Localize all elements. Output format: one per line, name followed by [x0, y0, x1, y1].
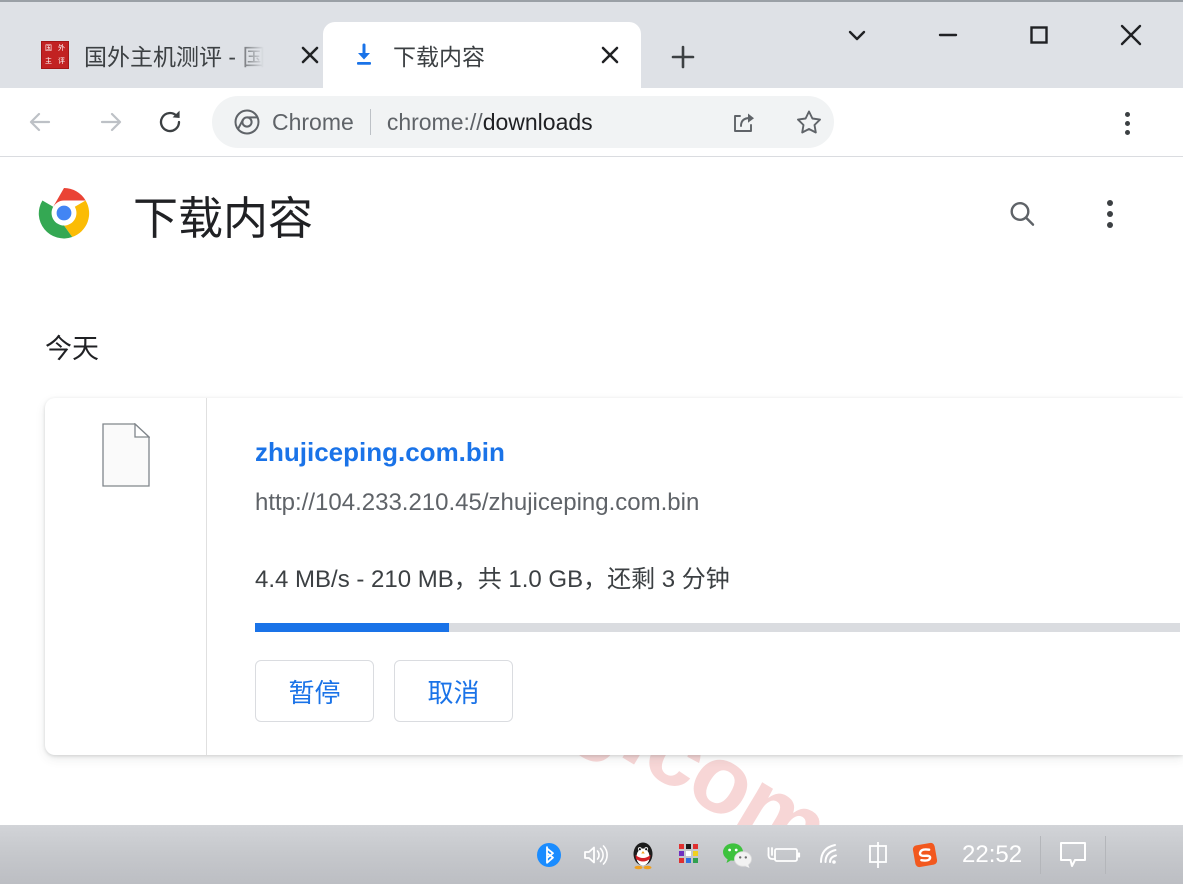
tab-guowai-zhuji[interactable]: 国外主评 国外主机测评 - 国 [14, 22, 320, 88]
share-icon[interactable] [724, 102, 764, 142]
menu-dot [1107, 222, 1113, 228]
wechat-icon[interactable] [713, 825, 760, 884]
download-filename-link[interactable]: zhujiceping.com.bin [255, 437, 505, 468]
system-tray: 22:52 [525, 825, 1107, 884]
close-window-button[interactable] [1104, 8, 1158, 62]
page-menu-three-dot-icon[interactable] [1089, 193, 1131, 235]
chrome-logo-icon [38, 187, 90, 239]
tray-divider [1105, 835, 1107, 874]
tab-strip: 国外主评 国外主机测评 - 国 下载内容 [0, 0, 1183, 88]
url-path: downloads [482, 108, 593, 135]
bluetooth-icon[interactable] [525, 825, 572, 884]
generic-file-icon [101, 422, 151, 487]
window-top-border [0, 0, 1183, 2]
omnibox-divider [369, 109, 371, 135]
menu-dot [1107, 211, 1113, 217]
taskbar-clock[interactable]: 22:52 [948, 825, 1040, 884]
back-button[interactable] [16, 98, 64, 146]
notification-bubble-icon[interactable] [1041, 825, 1105, 884]
close-icon[interactable] [295, 40, 325, 70]
download-item-card[interactable]: zhujiceping.com.bin http://104.233.210.4… [45, 398, 1183, 755]
menu-dot [1124, 120, 1130, 126]
ime-chinese-icon[interactable] [854, 825, 901, 884]
close-icon[interactable] [595, 40, 625, 70]
menu-dot [1124, 129, 1130, 135]
volume-icon[interactable] [572, 825, 619, 884]
download-arrow-icon [349, 40, 379, 70]
tab-downloads[interactable]: 下载内容 [323, 22, 641, 88]
minimize-button[interactable] [921, 8, 975, 62]
downloads-page-header: 下载内容 [0, 157, 1183, 267]
url-scheme: chrome:// [386, 108, 483, 135]
forward-button[interactable] [87, 98, 135, 146]
bookmark-star-icon[interactable] [789, 102, 829, 142]
download-action-buttons: 暂停 取消 [255, 660, 513, 722]
wifi-icon[interactable] [807, 825, 854, 884]
page-title: 下载内容 [133, 193, 314, 244]
battery-charging-icon[interactable] [760, 825, 807, 884]
download-progress-fill [255, 623, 450, 632]
cn-site-favicon: 国外主评 [40, 40, 70, 70]
downloads-page: zhujiceping.com 下载内容 [0, 157, 1183, 825]
browser-menu-three-dot-icon[interactable] [1110, 106, 1144, 140]
pause-button[interactable]: 暂停 [255, 660, 374, 722]
address-bar[interactable]: Chrome chrome://downloads [212, 96, 834, 148]
color-grid-icon[interactable] [666, 825, 713, 884]
menu-dot [1107, 200, 1113, 206]
download-status-text: 4.4 MB/s - 210 MB，共 1.0 GB，还剩 3 分钟 [255, 566, 730, 593]
tab-title: 下载内容 [393, 44, 485, 70]
download-progress-bar [255, 623, 1180, 632]
date-group-label: 今天 [45, 334, 99, 364]
browser-window: 国外主评 国外主机测评 - 国 下载内容 Chrome chrome://dow… [0, 0, 1183, 825]
qq-penguin-icon[interactable] [619, 825, 666, 884]
download-details: zhujiceping.com.bin http://104.233.210.4… [207, 398, 1183, 755]
menu-dot [1124, 111, 1130, 117]
tab-title: 国外主机测评 - 国 [84, 44, 264, 70]
omnibox-url: chrome://downloads [387, 109, 593, 136]
cancel-button[interactable]: 取消 [394, 660, 513, 722]
new-tab-button[interactable] [662, 36, 704, 78]
omnibox-chrome-label: Chrome [272, 108, 354, 135]
download-file-icon-column [45, 398, 207, 755]
maximize-button[interactable] [1012, 8, 1066, 62]
tab-search-chevron-down-icon[interactable] [830, 8, 884, 62]
search-icon[interactable] [1001, 193, 1043, 235]
download-source-url: http://104.233.210.45/zhujiceping.com.bi… [255, 489, 700, 516]
sogou-icon[interactable] [901, 825, 948, 884]
chrome-logo-icon [234, 109, 260, 135]
browser-toolbar: Chrome chrome://downloads [0, 88, 1183, 157]
system-taskbar: 22:52 [0, 825, 1183, 884]
reload-button[interactable] [146, 98, 194, 146]
